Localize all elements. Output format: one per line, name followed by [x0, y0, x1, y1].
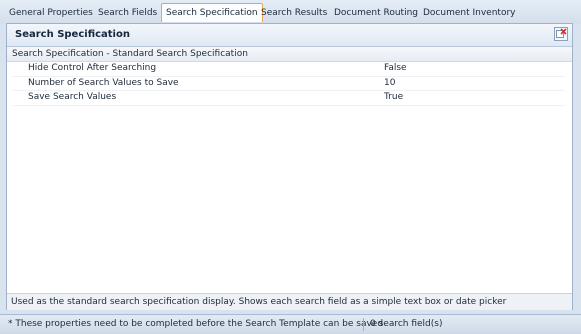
tab-search-specification[interactable]: Search Specification	[161, 3, 263, 22]
property-value[interactable]: False	[384, 62, 407, 76]
status-bar: * These properties need to be completed …	[0, 314, 581, 334]
tab-search-fields[interactable]: Search Fields	[94, 5, 161, 21]
panel-header: Search Specification	[7, 24, 572, 47]
tab-document-inventory[interactable]: Document Inventory	[419, 5, 519, 21]
search-field-count: 0 search field(s)	[370, 319, 443, 329]
property-grid: Hide Control After Searching False Numbe…	[13, 62, 565, 106]
property-row[interactable]: Hide Control After Searching False	[13, 62, 565, 77]
section-header: Search Specification - Standard Search S…	[7, 47, 572, 62]
property-name: Number of Search Values to Save	[28, 77, 179, 88]
tab-document-routing[interactable]: Document Routing	[330, 5, 422, 21]
property-value[interactable]: 10	[384, 77, 395, 91]
property-name: Hide Control After Searching	[28, 63, 157, 73]
search-specification-panel: Search Specification Search Specificatio…	[6, 23, 573, 310]
property-description: Used as the standard search specificatio…	[7, 293, 572, 310]
status-message: * These properties need to be completed …	[8, 319, 384, 329]
panel-title: Search Specification	[15, 29, 130, 40]
tab-strip: General Properties Search Fields Search …	[0, 0, 581, 24]
status-divider	[363, 318, 364, 331]
close-panel-icon[interactable]	[554, 27, 568, 41]
tab-general-properties[interactable]: General Properties	[5, 5, 97, 21]
property-row[interactable]: Save Search Values True	[13, 91, 565, 106]
property-name: Save Search Values	[28, 92, 117, 102]
property-value[interactable]: True	[384, 91, 403, 105]
property-row[interactable]: Number of Search Values to Save 10	[13, 77, 565, 91]
tab-search-results[interactable]: Search Results	[257, 5, 331, 21]
